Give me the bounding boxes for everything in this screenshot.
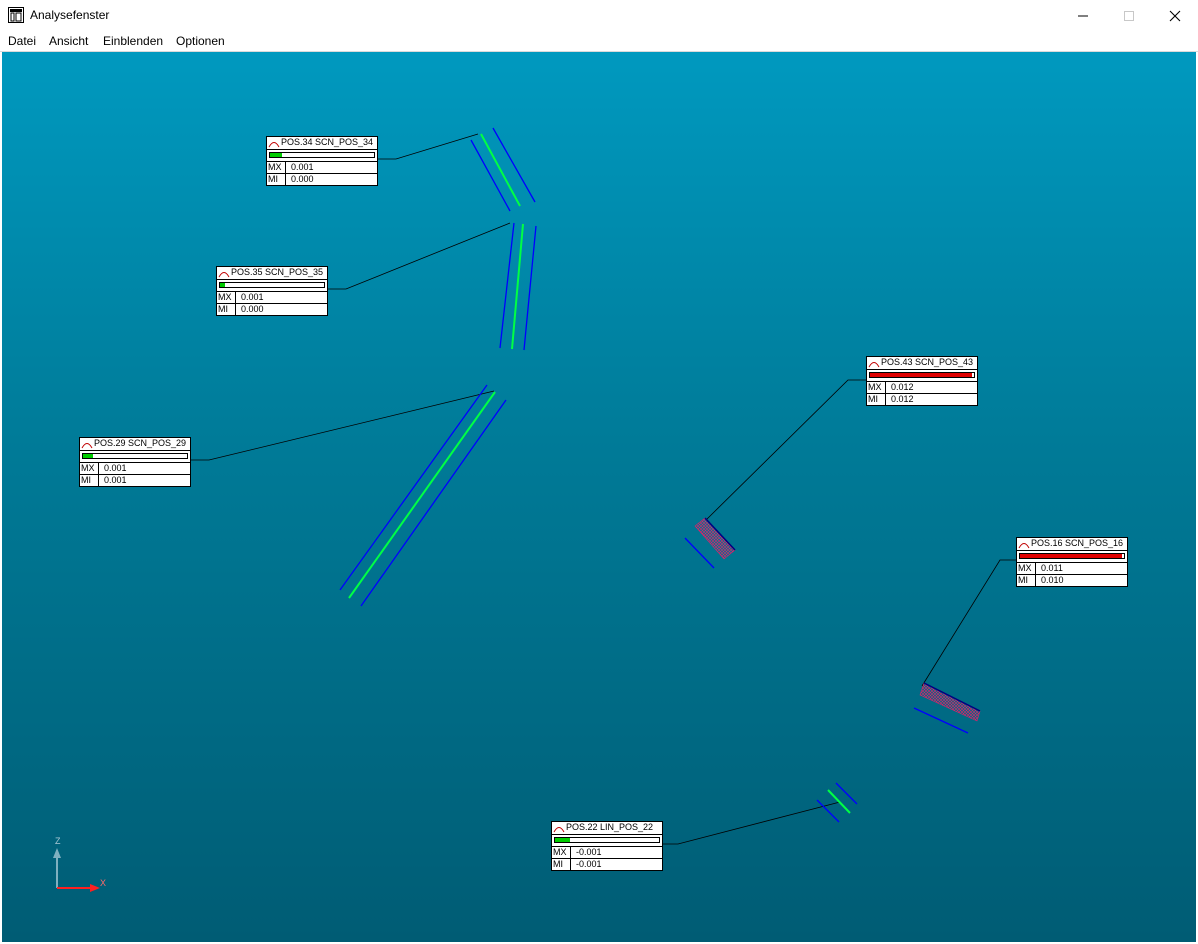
info-box-pos34[interactable]: POS.34 SCN_POS_34 MX 0.001 MI 0.000 — [266, 136, 378, 186]
info-box-pos29[interactable]: POS.29 SCN_POS_29 MX 0.001 MI 0.001 — [79, 437, 191, 487]
info-box-header: POS.29 SCN_POS_29 — [80, 438, 190, 451]
utilization-bar-fill — [83, 454, 94, 458]
utilization-bar — [1017, 551, 1127, 563]
info-box-title: POS.34 SCN_POS_34 — [281, 137, 374, 147]
mi-label: MI — [268, 174, 286, 185]
mx-value: 0.001 — [291, 162, 314, 172]
minimize-icon — [1078, 15, 1088, 16]
info-box-pos35[interactable]: POS.35 SCN_POS_35 MX 0.001 MI 0.000 — [216, 266, 328, 316]
info-box-title: POS.22 LIN_POS_22 — [566, 822, 654, 832]
mx-value: -0.001 — [576, 847, 602, 857]
menu-einblenden[interactable]: Einblenden — [103, 34, 163, 48]
member-pos43[interactable] — [684, 517, 736, 569]
mi-value: 0.010 — [1041, 575, 1064, 585]
arc-icon — [268, 142, 280, 148]
mx-label: MX — [218, 292, 236, 303]
mi-value: 0.000 — [291, 174, 314, 184]
mi-label: MI — [81, 475, 99, 486]
member-pos34[interactable] — [470, 127, 536, 212]
leader-line-pos34 — [376, 133, 479, 160]
member-pos29[interactable] — [339, 384, 507, 607]
title-bar: Analysefenster — [0, 0, 1198, 31]
info-box-header: POS.35 SCN_POS_35 — [217, 267, 327, 280]
mx-label: MX — [1018, 563, 1036, 574]
analysis-viewport[interactable]: POS.34 SCN_POS_34 MX 0.001 MI 0.000 POS.35… — [2, 52, 1196, 942]
utilization-bar-fill — [555, 838, 570, 842]
info-box-title: POS.29 SCN_POS_29 — [94, 438, 187, 448]
info-box-title: POS.35 SCN_POS_35 — [231, 267, 324, 277]
member-pos16[interactable] — [913, 682, 981, 734]
utilization-bar — [267, 150, 377, 162]
utilization-bar-fill — [220, 283, 226, 287]
menu-ansicht[interactable]: Ansicht — [49, 34, 88, 48]
info-box-header: POS.34 SCN_POS_34 — [267, 137, 377, 150]
utilization-bar — [552, 835, 662, 847]
mx-value: 0.001 — [241, 292, 264, 302]
close-button[interactable] — [1152, 0, 1198, 31]
mx-value: 0.011 — [1041, 563, 1063, 573]
maximize-icon — [1124, 10, 1134, 21]
close-icon — [1169, 10, 1181, 21]
app-icon — [8, 7, 24, 23]
mi-value: 0.000 — [241, 304, 264, 314]
mx-label: MX — [868, 382, 886, 393]
arc-icon — [218, 272, 230, 278]
utilization-bar-fill — [270, 153, 283, 157]
window-title: Analysefenster — [30, 8, 110, 22]
arc-icon — [868, 362, 880, 368]
mi-label: MI — [218, 304, 236, 315]
utilization-bar — [80, 451, 190, 463]
arc-icon — [81, 443, 93, 449]
mi-label: MI — [1018, 575, 1036, 586]
utilization-bar-fill — [870, 373, 972, 377]
mi-value: 0.001 — [104, 475, 127, 485]
mi-value: 0.012 — [891, 394, 914, 404]
mx-value: 0.012 — [891, 382, 914, 392]
mx-label: MX — [81, 463, 99, 474]
leader-line-pos35 — [326, 222, 511, 290]
mx-label: MX — [268, 162, 286, 173]
menu-optionen[interactable]: Optionen — [176, 34, 225, 48]
info-box-header: POS.16 SCN_POS_16 — [1017, 538, 1127, 551]
leader-line-pos43 — [705, 379, 866, 521]
maximize-button[interactable] — [1106, 0, 1152, 31]
mi-label: MI — [868, 394, 886, 405]
info-box-pos16[interactable]: POS.16 SCN_POS_16 MX 0.011 MI 0.010 — [1016, 537, 1128, 587]
arc-icon — [553, 827, 565, 833]
info-box-header: POS.22 LIN_POS_22 — [552, 822, 662, 835]
utilization-bar — [217, 280, 327, 292]
utilization-bar — [867, 370, 977, 382]
minimize-button[interactable] — [1060, 0, 1106, 31]
info-box-title: POS.16 SCN_POS_16 — [1031, 538, 1124, 548]
arc-icon — [1018, 543, 1030, 549]
leader-line-pos22 — [658, 801, 841, 845]
info-box-pos22[interactable]: POS.22 LIN_POS_22 MX -0.001 MI -0.001 — [551, 821, 663, 871]
menu-datei[interactable]: Datei — [8, 34, 36, 48]
mx-label: MX — [553, 847, 571, 858]
mi-value: -0.001 — [576, 859, 602, 869]
info-box-pos43[interactable]: POS.43 SCN_POS_43 MX 0.012 MI 0.012 — [866, 356, 978, 406]
menu-bar: Datei Ansicht Einblenden Optionen — [0, 31, 1198, 52]
leader-line-pos16 — [921, 559, 1016, 687]
info-box-header: POS.43 SCN_POS_43 — [867, 357, 977, 370]
member-pos35[interactable] — [499, 222, 537, 351]
info-box-title: POS.43 SCN_POS_43 — [881, 357, 974, 367]
leader-line-pos29 — [189, 390, 495, 461]
leader-lines — [189, 133, 1016, 845]
structure-scene — [189, 127, 1016, 845]
utilization-bar-fill — [1020, 554, 1122, 558]
mx-value: 0.001 — [104, 463, 127, 473]
mi-label: MI — [553, 859, 571, 870]
